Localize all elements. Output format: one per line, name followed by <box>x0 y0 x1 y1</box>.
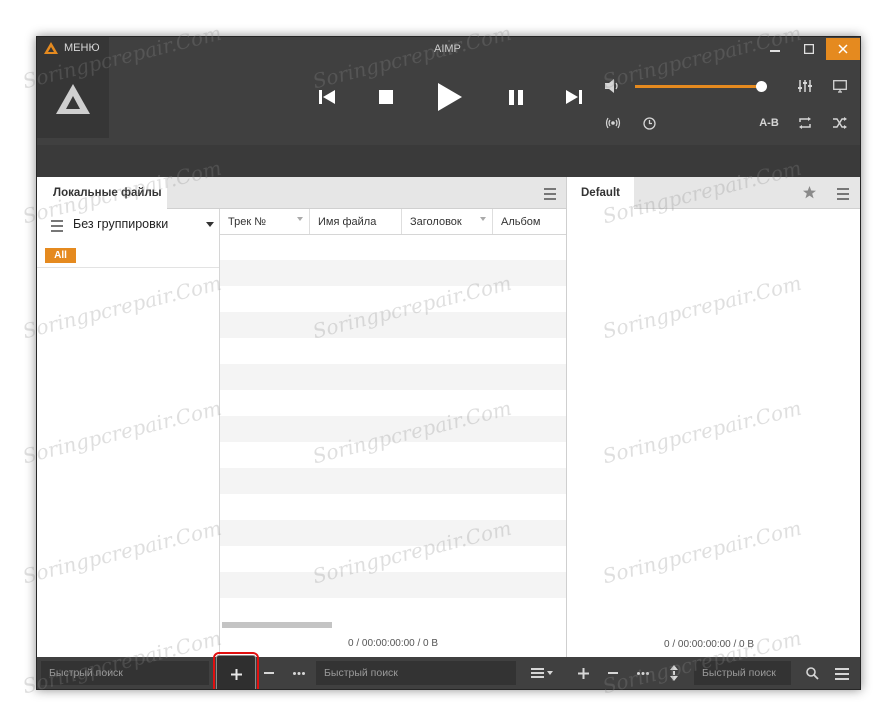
horizontal-scrollbar[interactable] <box>222 622 332 628</box>
stop-button[interactable] <box>368 79 404 115</box>
table-row <box>220 312 566 338</box>
speaker-icon <box>605 79 618 93</box>
equalizer-icon <box>798 80 812 92</box>
chevron-down-icon <box>206 222 214 227</box>
column-title[interactable]: Заголовок <box>402 209 493 234</box>
mini-player-button[interactable] <box>830 77 850 95</box>
player-header: МЕНЮ AIMP A-B <box>37 37 860 145</box>
filter-icon[interactable] <box>480 217 486 221</box>
track-info-bar <box>37 145 860 177</box>
column-file-name[interactable]: Имя файла <box>310 209 402 234</box>
search-icon <box>805 666 819 680</box>
next-track-icon <box>566 90 582 104</box>
playlist-tab-bar: Default <box>567 177 860 209</box>
grouping-selector[interactable]: Без группировки <box>37 209 220 239</box>
library-menu-icon[interactable] <box>544 188 556 200</box>
playlist-search-input[interactable] <box>316 661 516 685</box>
minus-icon <box>264 672 274 674</box>
star-icon[interactable] <box>803 186 816 199</box>
close-button[interactable] <box>826 38 860 60</box>
sort-button[interactable] <box>665 657 683 689</box>
remove-files-button[interactable] <box>261 657 277 689</box>
minus-icon <box>608 672 618 674</box>
tab-local-files[interactable]: Локальные файлы <box>37 177 167 209</box>
repeat-button[interactable] <box>795 114 815 132</box>
ellipsis-icon <box>293 671 305 675</box>
stop-icon <box>379 90 393 104</box>
mute-button[interactable] <box>603 77 623 95</box>
aimp-logo-icon <box>44 42 58 54</box>
table-row <box>220 260 566 286</box>
table-header: Трек № Имя файла Заголовок Альбом <box>220 209 566 235</box>
table-row <box>220 416 566 442</box>
minimize-button[interactable] <box>758 38 792 60</box>
playlist-menu-icon[interactable] <box>837 188 849 200</box>
scheduler-button[interactable] <box>639 114 659 132</box>
aimp-window: МЕНЮ AIMP A-B Локальные файлы Без группи… <box>36 36 861 690</box>
library-search-input[interactable] <box>41 661 209 685</box>
table-row <box>220 520 566 546</box>
monitor-icon <box>833 79 847 93</box>
column-track-number[interactable]: Трек № <box>220 209 310 234</box>
previous-button[interactable] <box>309 79 345 115</box>
ellipsis-icon <box>637 671 649 675</box>
playlist-view-menu-button[interactable] <box>525 657 559 689</box>
playlist-more-button[interactable] <box>633 657 653 689</box>
aimp-logo-icon <box>56 83 90 114</box>
filter-all-badge[interactable]: All <box>45 248 76 263</box>
pane-divider[interactable] <box>566 177 567 657</box>
menu-label: МЕНЮ <box>64 42 100 54</box>
table-row <box>220 468 566 494</box>
list-menu-icon <box>531 668 553 678</box>
maximize-button[interactable] <box>792 38 826 60</box>
repeat-icon <box>799 117 811 129</box>
playlist-remove-button[interactable] <box>603 657 623 689</box>
close-icon <box>838 44 848 54</box>
sort-arrows-icon <box>670 665 678 681</box>
pause-button[interactable] <box>498 79 534 115</box>
library-more-button[interactable] <box>289 657 309 689</box>
radio-capture-button[interactable] <box>603 114 623 132</box>
library-status: 0 / 00:00:00:00 / 0 B <box>348 638 439 649</box>
minimize-icon <box>770 50 780 52</box>
playlist-status: 0 / 00:00:00:00 / 0 B <box>664 639 755 650</box>
menu-button[interactable]: МЕНЮ <box>37 37 109 59</box>
table-row <box>220 364 566 390</box>
grouping-menu-icon <box>51 220 63 232</box>
previous-track-icon <box>319 90 335 104</box>
library-file-table: Трек № Имя файла Заголовок Альбом <box>220 209 566 657</box>
next-button[interactable] <box>556 79 592 115</box>
playlist-options-icon[interactable] <box>835 668 849 680</box>
album-art-placeholder <box>37 59 109 138</box>
library-tree-pane <box>37 209 220 657</box>
play-icon <box>438 83 462 111</box>
shuffle-button[interactable] <box>830 114 850 132</box>
filter-icon[interactable] <box>297 217 303 221</box>
broadcast-icon <box>605 117 621 129</box>
column-album[interactable]: Альбом <box>493 209 566 234</box>
tree-separator <box>37 267 219 268</box>
equalizer-button[interactable] <box>795 77 815 95</box>
maximize-icon <box>804 44 814 54</box>
volume-slider-handle[interactable] <box>756 81 767 92</box>
play-button[interactable] <box>432 79 468 115</box>
ab-repeat-button[interactable]: A-B <box>755 114 783 132</box>
bottom-toolbar <box>37 657 860 689</box>
playlist-add-button[interactable] <box>573 657 593 689</box>
shuffle-icon <box>833 117 847 129</box>
table-row <box>220 572 566 598</box>
annotation-highlight-box <box>213 652 259 689</box>
playlist-quick-search-input[interactable] <box>694 661 791 685</box>
tab-default-playlist[interactable]: Default <box>567 177 634 209</box>
clock-icon <box>642 116 656 130</box>
volume-slider-track[interactable] <box>635 85 761 88</box>
pause-icon <box>509 89 523 105</box>
grouping-label: Без группировки <box>73 217 169 231</box>
library-tab-bar: Локальные файлы <box>37 177 566 209</box>
app-title: AIMP <box>434 43 461 55</box>
plus-icon <box>577 667 589 679</box>
search-button[interactable] <box>802 657 822 689</box>
